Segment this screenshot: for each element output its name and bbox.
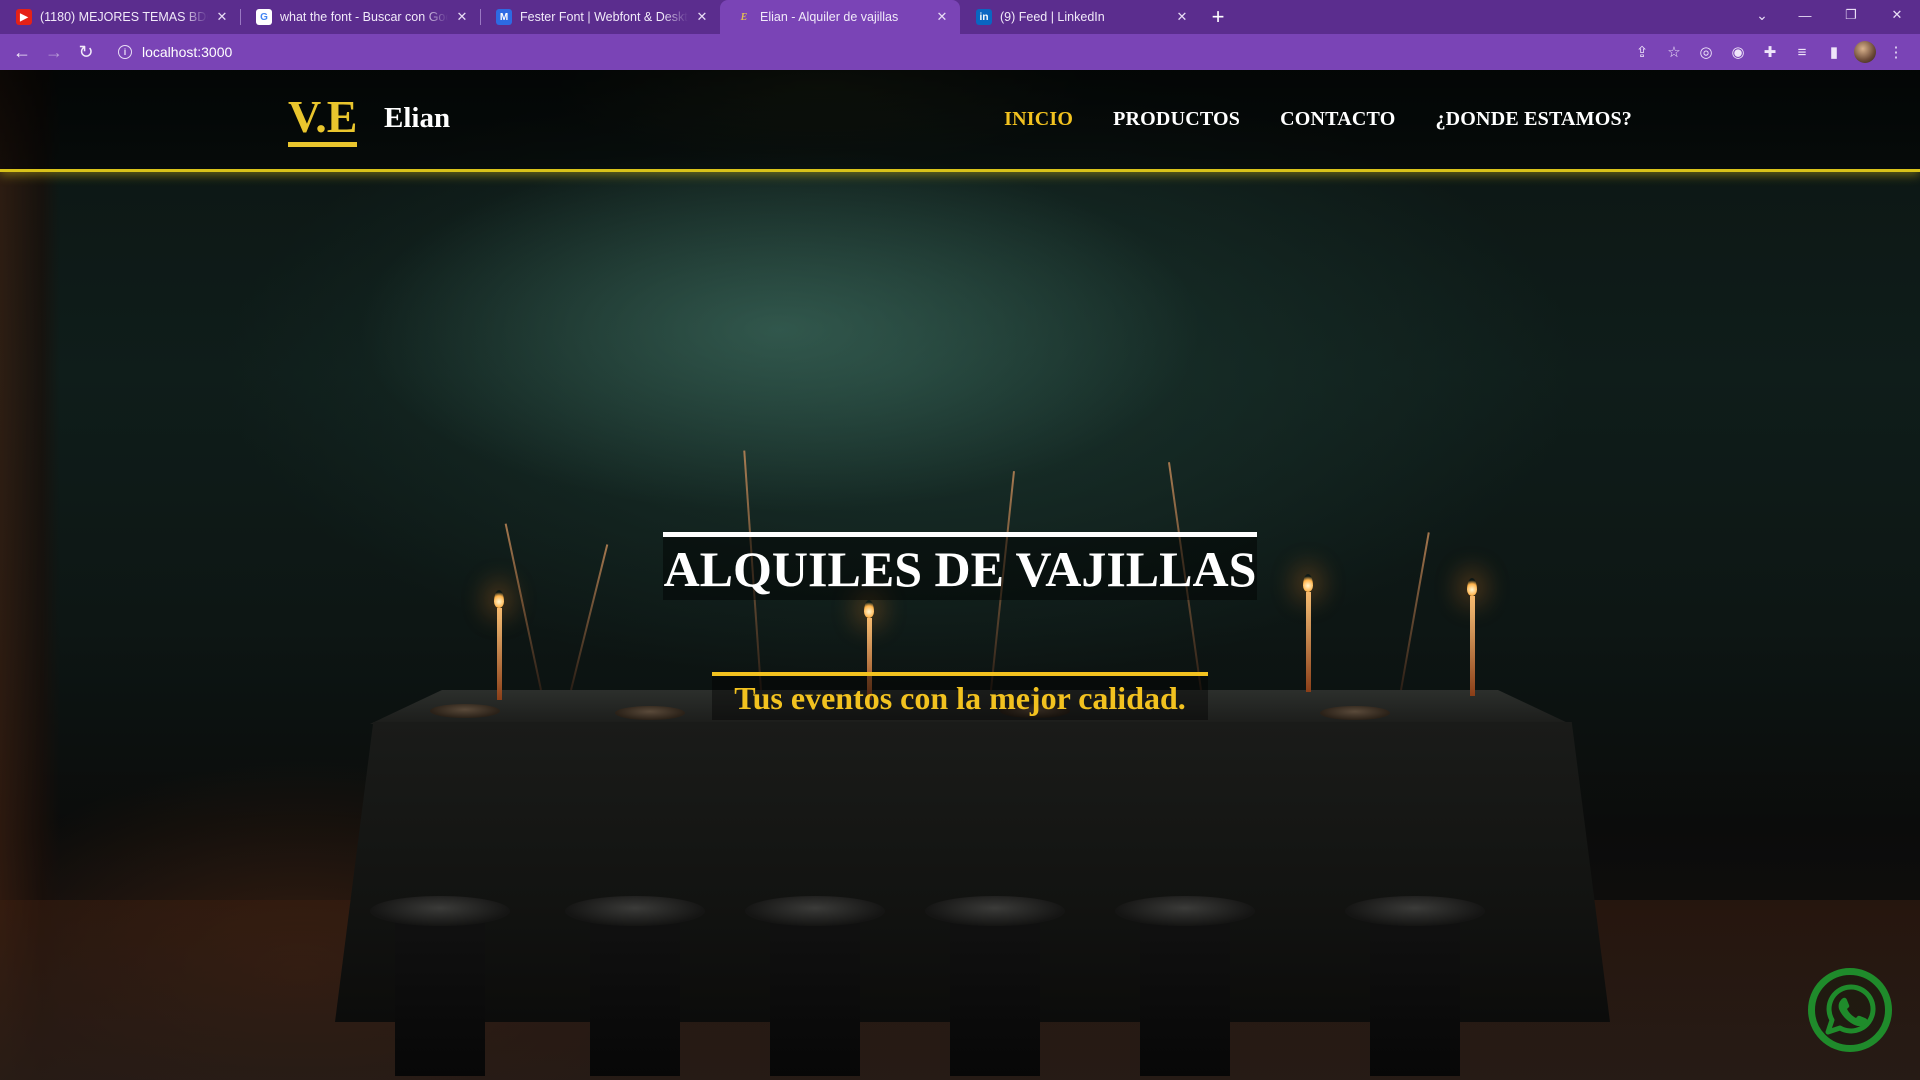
candle-flame-decor <box>494 590 504 608</box>
hero-subtitle-box: Tus eventos con la mejor calidad. <box>712 672 1208 720</box>
tab-search-chevron-icon[interactable]: ⌄ <box>1742 0 1782 30</box>
stool-seat-decor <box>1345 896 1485 926</box>
site-e-icon: E <box>740 11 748 23</box>
whatsapp-button[interactable] <box>1808 968 1892 1052</box>
tab-title: (1180) MEJORES TEMAS BDC GA <box>40 10 208 24</box>
stool-seat-decor <box>745 896 885 926</box>
side-panel-icon[interactable]: ▮ <box>1818 37 1850 67</box>
close-icon[interactable]: ✕ <box>1174 9 1190 25</box>
candle-flame-decor <box>1303 574 1313 592</box>
logo-mark[interactable]: V.E <box>288 94 358 147</box>
tab-elian[interactable]: E Elian - Alquiler de vajillas ✕ <box>720 0 960 34</box>
close-icon[interactable]: ✕ <box>934 9 950 25</box>
share-icon[interactable]: ⇪ <box>1626 37 1658 67</box>
candle-decor <box>1470 596 1475 696</box>
logo-name[interactable]: Elian <box>384 102 450 135</box>
tab-strip: ▶ (1180) MEJORES TEMAS BDC GA ✕ G what t… <box>0 0 1920 34</box>
extension-eyes-icon[interactable]: ◉ <box>1722 37 1754 67</box>
close-icon[interactable]: ✕ <box>694 9 710 25</box>
minimize-icon[interactable]: — <box>1782 0 1828 30</box>
dried-reed-decor <box>504 523 542 691</box>
candle-flame-decor <box>1467 578 1477 596</box>
puzzle-extensions-icon[interactable]: ✚ <box>1754 37 1786 67</box>
main-nav: INICIO PRODUCTOS CONTACTO ¿DONDE ESTAMOS… <box>1004 108 1632 131</box>
youtube-icon: ▶ <box>16 9 32 25</box>
myfonts-icon: M <box>496 9 512 25</box>
stool-leg-decor <box>1370 916 1460 1076</box>
linkedin-icon: in <box>976 9 992 25</box>
menu-kebab-icon[interactable]: ⋮ <box>1880 37 1912 67</box>
extension-circle-icon[interactable]: ◎ <box>1690 37 1722 67</box>
toolbar-actions: ⇪ ☆ ◎ ◉ ✚ ≡ ▮ ⋮ <box>1626 34 1912 70</box>
dried-reed-decor <box>570 544 609 691</box>
site-info-icon[interactable]: i <box>118 45 132 59</box>
tab-linkedin[interactable]: in (9) Feed | LinkedIn ✕ <box>960 0 1200 34</box>
new-tab-button[interactable]: + <box>1200 0 1236 34</box>
tab-title: (9) Feed | LinkedIn <box>1000 10 1105 24</box>
site-header: V.E Elian INICIO PRODUCTOS CONTACTO ¿DON… <box>0 70 1920 172</box>
page-viewport: V.E Elian INICIO PRODUCTOS CONTACTO ¿DON… <box>0 70 1920 1080</box>
browser-toolbar: ← → ↻ i localhost:3000 ⇪ ☆ ◎ ◉ ✚ ≡ ▮ ⋮ <box>0 34 1920 70</box>
plate-decor <box>1320 706 1390 720</box>
candle-decor <box>1306 592 1311 692</box>
stool-leg-decor <box>770 916 860 1076</box>
tab-myfonts[interactable]: M Fester Font | Webfont & Desktop ✕ <box>480 0 720 34</box>
nav-contacto[interactable]: CONTACTO <box>1280 108 1395 131</box>
stool-seat-decor <box>370 896 510 926</box>
bookmark-star-icon[interactable]: ☆ <box>1658 37 1690 67</box>
google-icon: G <box>256 9 272 25</box>
tab-title: Fester Font | Webfont & Desktop <box>520 10 688 24</box>
candle-flame-decor <box>864 600 874 618</box>
stool-seat-decor <box>1115 896 1255 926</box>
whatsapp-icon <box>1825 984 1876 1035</box>
stool-leg-decor <box>395 916 485 1076</box>
dried-reed-decor <box>1400 532 1430 691</box>
reload-icon[interactable]: ↻ <box>70 37 102 67</box>
candle-decor <box>497 608 502 700</box>
nav-donde-estamos[interactable]: ¿DONDE ESTAMOS? <box>1435 108 1632 131</box>
stool-seat-decor <box>565 896 705 926</box>
address-bar[interactable]: i localhost:3000 <box>110 38 1710 66</box>
plate-decor <box>615 706 685 720</box>
hero-title: ALQUILES DE VAJILLAS <box>663 540 1257 597</box>
back-arrow-icon[interactable]: ← <box>6 37 38 67</box>
address-text: localhost:3000 <box>142 44 233 60</box>
tab-google[interactable]: G what the font - Buscar con Google ✕ <box>240 0 480 34</box>
profile-avatar[interactable] <box>1854 41 1876 63</box>
close-icon[interactable]: ✕ <box>454 9 470 25</box>
hero-title-box: ALQUILES DE VAJILLAS <box>663 532 1257 600</box>
stool-leg-decor <box>1140 916 1230 1076</box>
media-queue-icon[interactable]: ≡ <box>1786 37 1818 67</box>
hero-subtitle: Tus eventos con la mejor calidad. <box>734 679 1186 716</box>
stool-leg-decor <box>950 916 1040 1076</box>
nav-inicio[interactable]: INICIO <box>1004 108 1073 131</box>
forward-arrow-icon[interactable]: → <box>38 37 70 67</box>
close-icon[interactable]: ✕ <box>214 9 230 25</box>
tab-youtube[interactable]: ▶ (1180) MEJORES TEMAS BDC GA ✕ <box>0 0 240 34</box>
window-close-icon[interactable]: ✕ <box>1874 0 1920 30</box>
stool-seat-decor <box>925 896 1065 926</box>
tab-title: Elian - Alquiler de vajillas <box>760 10 899 24</box>
restore-icon[interactable]: ❐ <box>1828 0 1874 30</box>
tab-title: what the font - Buscar con Google <box>280 10 448 24</box>
stool-leg-decor <box>590 916 680 1076</box>
window-controls: ⌄ — ❐ ✕ <box>1742 0 1920 30</box>
nav-productos[interactable]: PRODUCTOS <box>1113 108 1240 131</box>
plate-decor <box>430 704 500 718</box>
